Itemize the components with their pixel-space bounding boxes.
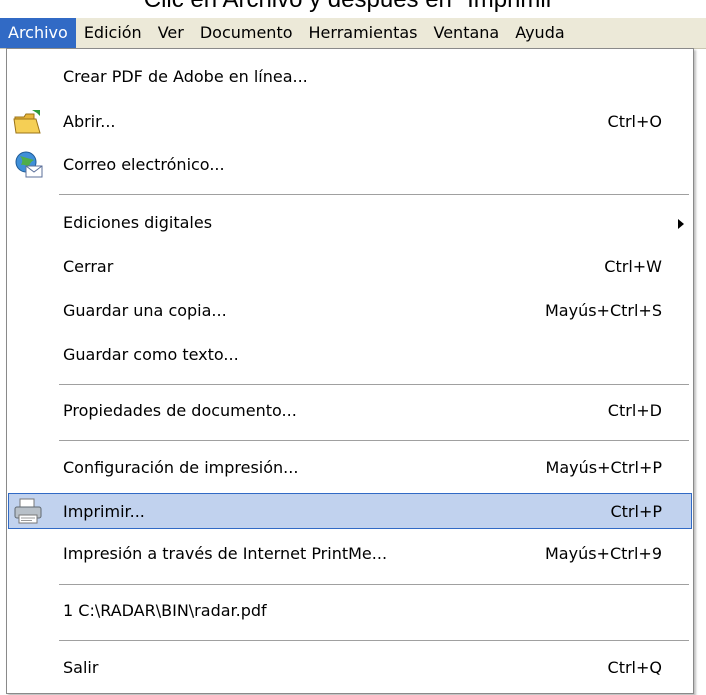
menu-separator: [59, 440, 689, 441]
menu-item-cerrar[interactable]: Cerrar Ctrl+W: [8, 249, 692, 285]
menu-item-label: Guardar como texto...: [63, 345, 239, 364]
menu-item-label: Guardar una copia...: [63, 301, 227, 320]
menu-item-label: Impresión a través de Internet PrintMe..…: [63, 544, 388, 563]
menu-ventana[interactable]: Ventana: [426, 18, 508, 48]
menu-item-label: Crear PDF de Adobe en línea...: [63, 67, 308, 86]
menu-herramientas[interactable]: Herramientas: [301, 18, 426, 48]
menu-item-ediciones-digitales[interactable]: Ediciones digitales: [8, 205, 692, 241]
menu-item-label: Cerrar: [63, 257, 114, 276]
submenu-arrow-icon: [678, 219, 684, 229]
menu-ver[interactable]: Ver: [150, 18, 192, 48]
menu-item-label: Abrir...: [63, 112, 116, 131]
menu-archivo[interactable]: Archivo: [0, 18, 76, 48]
menu-item-propiedades-documento[interactable]: Propiedades de documento... Ctrl+D: [8, 393, 692, 429]
menu-item-shortcut: Mayús+Ctrl+9: [544, 544, 662, 563]
menu-bar: Archivo Edición Ver Documento Herramient…: [0, 18, 706, 49]
menu-item-crear-pdf[interactable]: Crear PDF de Adobe en línea...: [8, 59, 692, 95]
menu-item-imprimir[interactable]: Imprimir... Ctrl+P: [8, 493, 692, 529]
menu-item-label: Salir: [63, 658, 99, 677]
menu-separator: [59, 384, 689, 385]
menu-ayuda[interactable]: Ayuda: [507, 18, 572, 48]
menu-item-impresion-internet-printme[interactable]: Impresión a través de Internet PrintMe..…: [8, 536, 692, 572]
menu-item-label: Imprimir...: [63, 502, 145, 521]
menu-item-shortcut: Ctrl+W: [604, 257, 662, 276]
screenshot: Clic en Archivo y después en "Imprimir" …: [0, 0, 706, 695]
menu-item-configuracion-impresion[interactable]: Configuración de impresión... Mayús+Ctrl…: [8, 450, 692, 486]
menu-item-shortcut: Mayús+Ctrl+S: [545, 301, 662, 320]
menu-separator: [59, 584, 689, 585]
menu-edicion[interactable]: Edición: [76, 18, 150, 48]
menu-item-recent-file[interactable]: 1 C:\RADAR\BIN\radar.pdf: [8, 593, 692, 629]
printer-icon: [14, 498, 42, 524]
menu-item-shortcut: Ctrl+P: [610, 502, 662, 521]
menu-separator: [59, 640, 689, 641]
menu-documento[interactable]: Documento: [192, 18, 301, 48]
menu-item-correo-electronico[interactable]: Correo electrónico...: [8, 147, 692, 183]
menu-item-shortcut: Mayús+Ctrl+P: [545, 458, 662, 477]
menu-item-label: Configuración de impresión...: [63, 458, 299, 477]
menu-separator: [59, 194, 689, 195]
menu-item-shortcut: Ctrl+O: [607, 112, 662, 131]
menu-item-label: 1 C:\RADAR\BIN\radar.pdf: [63, 601, 267, 620]
menu-item-salir[interactable]: Salir Ctrl+Q: [8, 650, 692, 686]
open-folder-icon: [13, 110, 41, 134]
menu-item-abrir[interactable]: Abrir... Ctrl+O: [8, 104, 692, 140]
menu-item-guardar-como-texto[interactable]: Guardar como texto...: [8, 337, 692, 373]
menu-item-guardar-copia[interactable]: Guardar una copia... Mayús+Ctrl+S: [8, 293, 692, 329]
instruction-caption: Clic en Archivo y después en "Imprimir": [0, 0, 706, 14]
archivo-dropdown-menu: Crear PDF de Adobe en línea... Abrir... …: [6, 48, 694, 694]
menu-item-shortcut: Ctrl+D: [607, 401, 662, 420]
menu-item-label: Propiedades de documento...: [63, 401, 297, 420]
menu-item-shortcut: Ctrl+Q: [607, 658, 662, 677]
email-globe-icon: [15, 151, 43, 178]
menu-item-label: Correo electrónico...: [63, 155, 225, 174]
menu-item-label: Ediciones digitales: [63, 213, 213, 232]
